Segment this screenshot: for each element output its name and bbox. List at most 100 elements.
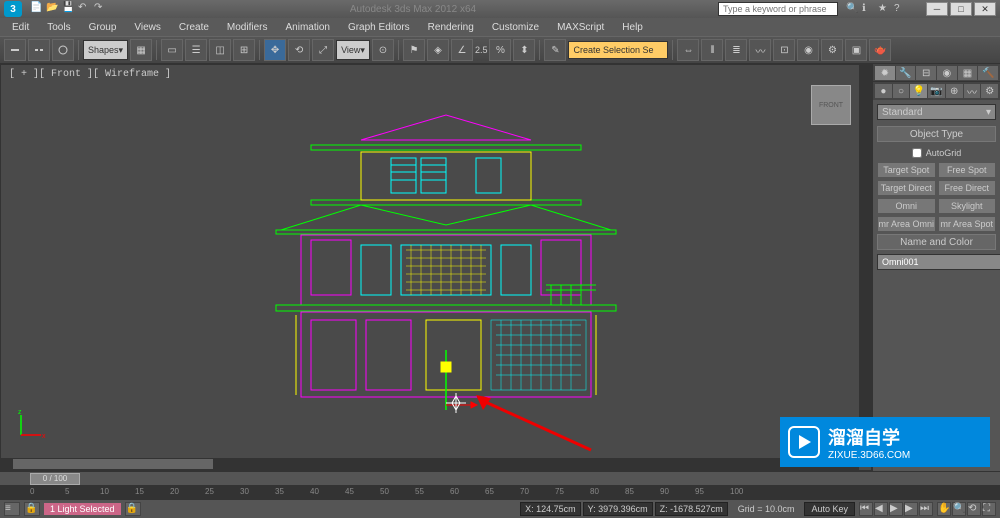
curve-editor-icon[interactable]: 〰 — [749, 39, 771, 61]
motion-tab-icon[interactable]: ◉ — [937, 66, 957, 80]
ref-coord-dropdown[interactable]: View ▾ — [336, 40, 370, 60]
prev-frame-icon[interactable]: ◀ — [874, 502, 888, 516]
object-type-rollout[interactable]: Object Type — [877, 126, 996, 142]
z-coord[interactable]: Z: -1678.527cm — [655, 502, 728, 516]
target-direct-button[interactable]: Target Direct — [877, 180, 936, 196]
new-icon[interactable]: 📄 — [30, 2, 44, 16]
app-logo[interactable]: 3 — [4, 1, 22, 17]
star-icon[interactable]: ★ — [878, 3, 890, 15]
open-icon[interactable]: 📂 — [46, 2, 60, 16]
hierarchy-tab-icon[interactable]: ⊟ — [916, 66, 936, 80]
mirror-icon[interactable]: ⇔ — [677, 39, 699, 61]
omni-button[interactable]: Omni — [877, 198, 936, 214]
menu-graph-editors[interactable]: Graph Editors — [348, 22, 410, 33]
target-spot-button[interactable]: Target Spot — [877, 162, 936, 178]
viewport-label[interactable]: [ + ][ Front ][ Wireframe ] — [9, 69, 171, 80]
autogrid-checkbox[interactable] — [912, 148, 922, 158]
pivot-icon[interactable]: ⊙ — [372, 39, 394, 61]
snap-icon[interactable]: ◈ — [427, 39, 449, 61]
mr-area-spot-button[interactable]: mr Area Spot — [938, 216, 997, 232]
category-dropdown[interactable]: Standard▾ — [877, 104, 996, 120]
zoom-icon[interactable]: 🔍 — [952, 502, 966, 516]
menu-modifiers[interactable]: Modifiers — [227, 22, 268, 33]
object-name-input[interactable] — [877, 254, 1000, 270]
shapes-icon[interactable]: ○ — [893, 84, 910, 98]
redo-icon[interactable]: ↷ — [94, 2, 108, 16]
x-coord[interactable]: X: 124.75cm — [520, 502, 581, 516]
play-icon[interactable]: ▶ — [889, 502, 903, 516]
percent-snap-icon[interactable]: % — [489, 39, 511, 61]
mr-area-omni-button[interactable]: mr Area Omni — [877, 216, 936, 232]
helpers-icon[interactable]: ⊕ — [946, 84, 963, 98]
utilities-tab-icon[interactable]: 🔨 — [978, 66, 998, 80]
lights-icon[interactable]: 💡 — [910, 84, 927, 98]
menu-views[interactable]: Views — [134, 22, 161, 33]
select-name-icon[interactable]: ☰ — [185, 39, 207, 61]
autokey-button[interactable]: Auto Key — [804, 502, 855, 516]
display-tab-icon[interactable]: ▦ — [958, 66, 978, 80]
menu-rendering[interactable]: Rendering — [428, 22, 474, 33]
modify-tab-icon[interactable]: 🔧 — [896, 66, 916, 80]
lock-icon[interactable]: 🔒 — [24, 502, 40, 516]
render-icon[interactable]: 🫖 — [869, 39, 891, 61]
rotate-icon[interactable]: ⟲ — [288, 39, 310, 61]
goto-end-icon[interactable]: ⏭ — [919, 502, 933, 516]
scale-icon[interactable]: ⤢ — [312, 39, 334, 61]
viewport-scrollbar-v[interactable] — [859, 65, 871, 458]
time-slider[interactable]: 0 / 100 — [0, 472, 1000, 486]
goto-start-icon[interactable]: ⏮ — [859, 502, 873, 516]
menu-animation[interactable]: Animation — [285, 22, 329, 33]
select-filter-icon[interactable]: ▦ — [130, 39, 152, 61]
viewport[interactable]: [ + ][ Front ][ Wireframe ] FRONT — [0, 64, 872, 471]
menu-maxscript[interactable]: MAXScript — [557, 22, 604, 33]
help-icon[interactable]: ? — [894, 3, 906, 15]
maximize-viewport-icon[interactable]: ⛶ — [982, 502, 996, 516]
menu-group[interactable]: Group — [89, 22, 117, 33]
script-listener-icon[interactable]: ≡ — [4, 502, 20, 516]
y-coord[interactable]: Y: 3979.396cm — [583, 502, 653, 516]
unlink-icon[interactable] — [28, 39, 50, 61]
menu-edit[interactable]: Edit — [12, 22, 29, 33]
select-region-icon[interactable]: ◫ — [209, 39, 231, 61]
undo-icon[interactable]: ↶ — [78, 2, 92, 16]
link-icon[interactable] — [4, 39, 26, 61]
viewcube[interactable]: FRONT — [811, 85, 851, 125]
orbit-icon[interactable]: ⟲ — [967, 502, 981, 516]
select-icon[interactable]: ▭ — [161, 39, 183, 61]
save-icon[interactable]: 💾 — [62, 2, 76, 16]
angle-snap-icon[interactable]: ∠ — [451, 39, 473, 61]
render-setup-icon[interactable]: ⚙ — [821, 39, 843, 61]
time-slider-thumb[interactable]: 0 / 100 — [30, 473, 80, 485]
search-input[interactable] — [718, 2, 838, 16]
menu-help[interactable]: Help — [622, 22, 643, 33]
viewport-scrollbar-h[interactable] — [1, 458, 859, 470]
next-frame-icon[interactable]: ▶ — [904, 502, 918, 516]
render-frame-icon[interactable]: ▣ — [845, 39, 867, 61]
info-icon[interactable]: ℹ — [862, 3, 874, 15]
cameras-icon[interactable]: 📷 — [928, 84, 945, 98]
shapes-dropdown[interactable]: Shapes ▾ — [83, 40, 128, 60]
bind-icon[interactable] — [52, 39, 74, 61]
edit-selection-icon[interactable]: ✎ — [544, 39, 566, 61]
menu-create[interactable]: Create — [179, 22, 209, 33]
pan-icon[interactable]: ✋ — [937, 502, 951, 516]
search-icon[interactable]: 🔍 — [846, 3, 858, 15]
menu-tools[interactable]: Tools — [47, 22, 70, 33]
align-icon[interactable]: ⫴ — [701, 39, 723, 61]
menu-customize[interactable]: Customize — [492, 22, 539, 33]
timeline-ruler[interactable]: 0 5 10 15 20 25 30 35 40 45 50 55 60 65 … — [0, 486, 1000, 500]
space-warps-icon[interactable]: 〰 — [964, 84, 981, 98]
move-icon[interactable]: ✥ — [264, 39, 286, 61]
name-color-rollout[interactable]: Name and Color — [877, 234, 996, 250]
spinner-snap-icon[interactable]: ⬍ — [513, 39, 535, 61]
layers-icon[interactable]: ≣ — [725, 39, 747, 61]
geometry-icon[interactable]: ● — [875, 84, 892, 98]
skylight-button[interactable]: Skylight — [938, 198, 997, 214]
select-window-icon[interactable]: ⊞ — [233, 39, 255, 61]
lock-selection-icon[interactable]: 🔒 — [125, 502, 141, 516]
maximize-button[interactable]: □ — [950, 2, 972, 16]
minimize-button[interactable]: ─ — [926, 2, 948, 16]
manipulate-icon[interactable]: ⚑ — [403, 39, 425, 61]
free-direct-button[interactable]: Free Direct — [938, 180, 997, 196]
selection-set-input[interactable] — [568, 41, 668, 59]
